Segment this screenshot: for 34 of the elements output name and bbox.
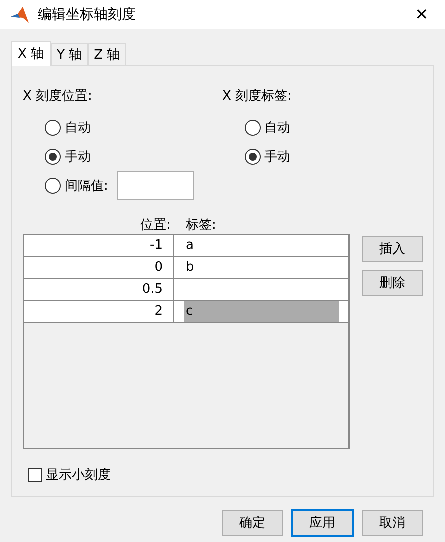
tab[interactable]: X 轴: [11, 41, 52, 66]
column-header: 标签:: [185, 217, 216, 234]
table-cell[interactable]: c: [184, 301, 339, 322]
dialog-button[interactable]: 确定: [222, 510, 283, 536]
table-cell[interactable]: b: [184, 257, 339, 278]
app-logo-icon: [10, 6, 30, 24]
radio-label: 自动: [65, 120, 91, 136]
column-header: 位置:: [140, 217, 172, 234]
radio-label: 自动: [264, 120, 290, 136]
dialog-button[interactable]: 取消: [362, 510, 423, 536]
radio-button[interactable]: [45, 148, 61, 164]
table-cell[interactable]: 2: [24, 301, 174, 322]
radio-button[interactable]: [244, 148, 260, 164]
radio-label: 手动: [264, 148, 290, 166]
table-cell[interactable]: a: [184, 235, 339, 256]
tab[interactable]: Z 轴: [88, 43, 126, 65]
window-title: 编辑坐标轴刻度: [38, 6, 137, 24]
section-heading: X 刻度位置:: [23, 88, 94, 106]
radio-label: 手动: [65, 148, 91, 166]
section-heading: X 刻度标签:: [222, 88, 293, 106]
table-button[interactable]: 删除: [362, 270, 423, 296]
close-button[interactable]: ✕: [399, 5, 445, 24]
checkbox-label: 显示小刻度: [46, 467, 111, 484]
table-cell[interactable]: 0: [24, 257, 174, 278]
radio-button[interactable]: [45, 178, 61, 194]
tab[interactable]: Y 轴: [51, 43, 88, 65]
checkbox[interactable]: [28, 468, 42, 482]
radio-button[interactable]: [45, 120, 61, 136]
interval-input-field[interactable]: [117, 171, 194, 200]
dialog-button[interactable]: 应用: [292, 510, 353, 536]
table-cell[interactable]: -1: [24, 235, 174, 256]
radio-label: 间隔值:: [65, 178, 108, 194]
table-button[interactable]: 插入: [362, 236, 423, 262]
radio-button[interactable]: [244, 120, 260, 136]
